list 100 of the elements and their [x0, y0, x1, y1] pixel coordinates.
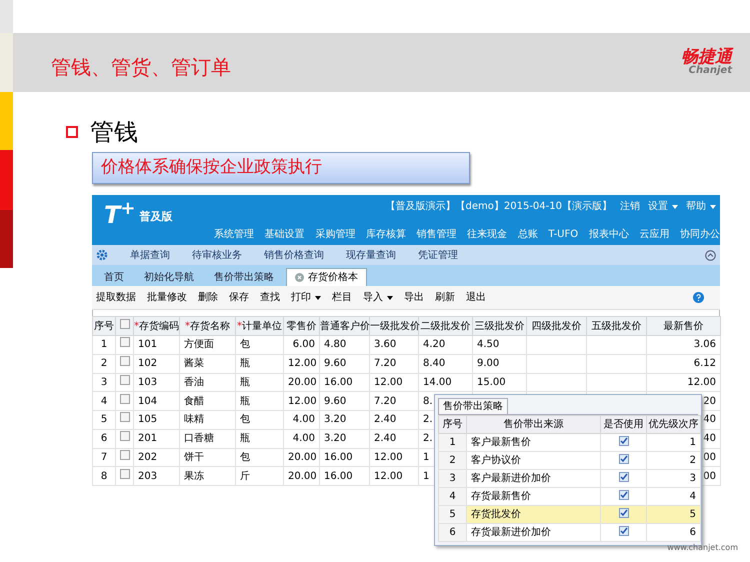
brand-latin: Chanjet: [688, 66, 732, 76]
table-cell: 3.20: [320, 410, 370, 430]
required-mark: *: [134, 320, 139, 334]
menu-item[interactable]: 系统管理: [214, 227, 254, 242]
caret-icon: [387, 296, 393, 300]
menu-item[interactable]: 报表中心: [588, 227, 629, 242]
table-cell: 12.00: [370, 448, 418, 467]
toolbar-button[interactable]: 导入: [363, 290, 393, 305]
table-cell: 6: [438, 524, 466, 542]
checkbox[interactable]: [120, 337, 130, 348]
toolbar-button[interactable]: 栏目: [332, 290, 352, 305]
menu-item[interactable]: 往来现金: [467, 227, 508, 242]
table-cell: 20.00: [284, 466, 320, 486]
nav-link[interactable]: 单据查询: [130, 248, 170, 262]
brand-name: 畅捷通: [681, 49, 732, 66]
tab[interactable]: 存货价格本: [286, 268, 367, 286]
menu-item[interactable]: 总账: [518, 227, 538, 242]
collapse-icon[interactable]: [705, 250, 716, 260]
strategy-row[interactable]: 1 客户最新售价 1: [438, 434, 700, 452]
table-cell: 4.00: [284, 410, 320, 430]
table-cell: 3.60: [370, 336, 418, 354]
table-cell: 包: [236, 448, 284, 467]
checkbox[interactable]: [120, 431, 130, 442]
toolbar-button[interactable]: 退出: [466, 290, 486, 305]
checkbox[interactable]: [618, 454, 628, 464]
table-cell: 包: [236, 410, 284, 430]
strategy-row[interactable]: 6 存货最新进价加价 6: [438, 524, 700, 542]
checkbox[interactable]: [618, 436, 628, 446]
menu-item[interactable]: T-UFO: [548, 227, 578, 242]
table-cell: 包: [236, 336, 284, 354]
nav-link[interactable]: 现存量查询: [346, 248, 396, 262]
toolbar-button[interactable]: 刷新: [435, 290, 455, 305]
nav-link[interactable]: 销售价格查询: [264, 248, 324, 262]
checkbox[interactable]: [120, 450, 130, 460]
checkbox[interactable]: [618, 472, 628, 482]
popup-tab[interactable]: 售价带出策略: [438, 398, 508, 414]
checkbox[interactable]: [120, 374, 130, 385]
table-cell: 香油: [180, 373, 236, 392]
status-item[interactable]: 注销: [620, 199, 640, 214]
table-cell: 3.06: [646, 336, 720, 354]
menu-item[interactable]: 协同办公: [680, 227, 720, 242]
toolbar-button[interactable]: 导出: [404, 290, 424, 305]
table-cell: 瓶: [236, 354, 284, 373]
menu-item[interactable]: 云应用: [639, 227, 670, 242]
callout-box: 价格体系确保按企业政策执行: [92, 152, 470, 184]
checkbox[interactable]: [618, 526, 628, 536]
table-cell: 12.00: [284, 354, 320, 373]
checkbox[interactable]: [120, 356, 130, 366]
table-cell: 12.00: [370, 466, 418, 486]
toolbar-button[interactable]: 批量修改: [147, 290, 187, 305]
settings-icon[interactable]: [96, 249, 108, 261]
tab[interactable]: 初始化导航: [136, 268, 202, 286]
table-cell: 8.40: [418, 354, 472, 373]
strategy-row[interactable]: 2 客户协议价 2: [438, 452, 700, 470]
menu-item[interactable]: 基础设置: [264, 227, 305, 242]
toolbar-button[interactable]: 删除: [198, 290, 218, 305]
status-item[interactable]: 帮助: [686, 199, 716, 214]
checkbox[interactable]: [120, 318, 130, 328]
table-cell: 6: [92, 429, 116, 448]
checkbox[interactable]: [120, 468, 130, 479]
checkbox[interactable]: [120, 412, 130, 422]
tab[interactable]: 售价带出策略: [206, 268, 282, 286]
tab[interactable]: 首页: [96, 268, 132, 286]
checkbox[interactable]: [618, 490, 628, 500]
table-cell: 2: [92, 354, 116, 373]
table-cell: 7.20: [370, 354, 418, 373]
table-cell: 6.00: [284, 336, 320, 354]
table-cell: 饼干: [180, 448, 236, 467]
menu-item[interactable]: 采购管理: [315, 227, 356, 242]
strategy-row[interactable]: 4 存货最新售价 4: [438, 488, 700, 506]
footer-url: www.chanjet.com: [667, 542, 738, 554]
table-cell: 6: [646, 524, 700, 542]
nav-link[interactable]: 凭证管理: [418, 248, 458, 262]
table-cell: 5: [438, 506, 466, 524]
checkbox[interactable]: [120, 394, 130, 404]
table-cell: 斤: [236, 466, 284, 486]
table-cell: 存货最新进价加价: [466, 524, 600, 542]
table-cell: 6.12: [646, 354, 720, 373]
toolbar-button[interactable]: 查找: [260, 290, 280, 305]
stripe-segment: [0, 92, 13, 150]
column-label: 五级批发价: [592, 320, 642, 334]
checkbox[interactable]: [618, 508, 628, 518]
table-cell: 101: [134, 336, 180, 354]
table-cell: 2: [438, 452, 466, 470]
menu-item[interactable]: 销售管理: [416, 227, 456, 242]
menu-item[interactable]: 库存核算: [366, 227, 406, 242]
toolbar-button[interactable]: 保存: [229, 290, 249, 305]
nav-link[interactable]: 待审核业务: [192, 248, 242, 262]
toolbar-button[interactable]: 提取数据: [96, 290, 136, 305]
table-cell: 方便面: [180, 336, 236, 354]
strategy-row[interactable]: 3 客户最新进价加价 3: [438, 470, 700, 488]
close-icon[interactable]: [295, 273, 304, 282]
table-cell: 4.50: [472, 336, 526, 354]
edition-label: 普及版: [139, 208, 172, 224]
status-item[interactable]: 设置: [648, 199, 678, 214]
table-cell: 202: [134, 448, 180, 467]
help-icon[interactable]: [693, 292, 704, 303]
column-label: 计量单位: [242, 320, 282, 334]
toolbar-button[interactable]: 打印: [291, 290, 321, 305]
strategy-row[interactable]: 5 存货批发价 5: [438, 506, 700, 524]
